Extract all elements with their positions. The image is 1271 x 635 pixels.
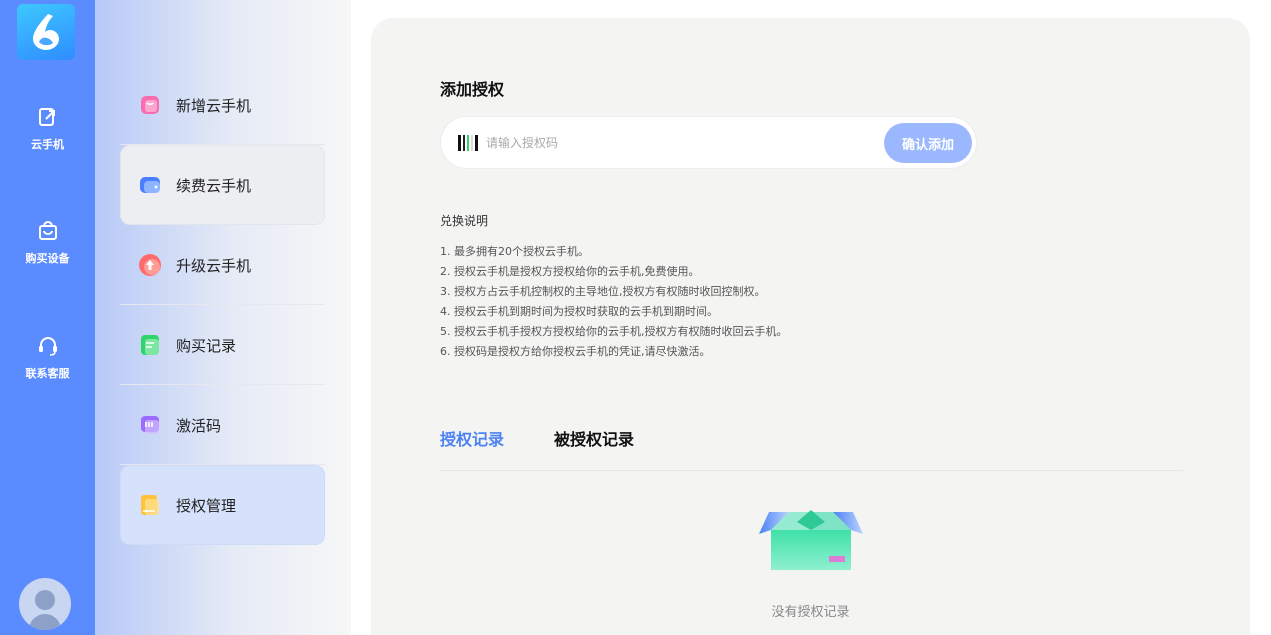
code-icon — [141, 416, 159, 434]
records-tabs: 授权记录 被授权记录 — [440, 426, 1183, 471]
menu-item-renew-phone[interactable]: 续费云手机 — [120, 145, 325, 225]
barcode-icon — [458, 134, 479, 151]
auth-code-input[interactable] — [486, 135, 866, 150]
menu-item-label: 新增云手机 — [176, 96, 252, 115]
avatar[interactable] — [19, 578, 71, 630]
menu-item-purchase-records[interactable]: 购买记录 — [120, 305, 325, 385]
rail-item-label: 购买设备 — [25, 252, 70, 265]
empty-state-text: 没有授权记录 — [771, 605, 850, 620]
menu-item-activation-code[interactable]: 激活码 — [120, 385, 325, 465]
auth-code-box: 确认添加 — [440, 116, 977, 169]
menu-item-label: 升级云手机 — [176, 256, 252, 275]
shopping-bag-icon — [141, 96, 159, 114]
rail-item-cloud-phone[interactable]: 云手机 — [0, 106, 95, 152]
empty-box-icon — [759, 510, 863, 570]
instruction-item: 2. 授权云手机是授权方授权给你的云手机,免费使用。 — [440, 265, 700, 278]
menu-item-label: 续费云手机 — [176, 176, 252, 195]
sub-menu: 新增云手机 续费云手机 升级云手机 购买记录 激活码 授权管理 — [95, 0, 351, 635]
instruction-item: 3. 授权方占云手机控制权的主导地位,授权方有权随时收回控制权。 — [440, 285, 766, 298]
instructions-list: 1. 最多拥有20个授权云手机。 2. 授权云手机是授权方授权给你的云手机,免费… — [440, 242, 788, 362]
confirm-add-button[interactable]: 确认添加 — [884, 123, 972, 163]
menu-item-label: 激活码 — [176, 416, 222, 435]
folder-icon — [141, 495, 159, 515]
shopping-bag-icon — [38, 221, 57, 240]
wallet-icon — [140, 177, 160, 193]
left-rail: 云手机 购买设备 联系客服 — [0, 0, 95, 635]
menu-item-label: 购买记录 — [176, 336, 237, 355]
tab-authorization-records[interactable]: 授权记录 — [440, 426, 504, 450]
rail-item-label: 联系客服 — [25, 367, 70, 380]
tab-authorized-records[interactable]: 被授权记录 — [554, 426, 634, 450]
menu-item-new-phone[interactable]: 新增云手机 — [120, 65, 325, 145]
page-title: 添加授权 — [440, 80, 505, 99]
instruction-item: 5. 授权云手机手授权方授权给你的云手机,授权方有权随时收回云手机。 — [440, 325, 788, 338]
instructions-title: 兑换说明 — [440, 214, 489, 228]
headset-icon — [38, 337, 57, 356]
rail-item-contact-service[interactable]: 联系客服 — [0, 335, 95, 381]
phone-share-icon — [38, 108, 55, 126]
rail-item-buy-device[interactable]: 购买设备 — [0, 220, 95, 266]
drop-logo-icon — [33, 14, 59, 50]
menu-item-upgrade-phone[interactable]: 升级云手机 — [120, 225, 325, 305]
document-icon — [141, 335, 159, 355]
rail-item-label: 云手机 — [31, 138, 64, 151]
app-logo[interactable] — [17, 4, 75, 60]
instruction-item: 4. 授权云手机到期时间为授权时获取的云手机到期时间。 — [440, 305, 718, 318]
menu-item-authorization-management[interactable]: 授权管理 — [120, 465, 325, 545]
menu-item-label: 授权管理 — [176, 496, 237, 515]
user-icon — [29, 590, 61, 630]
instruction-item: 6. 授权码是授权方给你授权云手机的凭证,请尽快激活。 — [440, 345, 711, 358]
upgrade-icon — [139, 254, 161, 276]
instruction-item: 1. 最多拥有20个授权云手机。 — [440, 245, 589, 258]
main-panel: 添加授权 确认添加 兑换说明 1. 最多拥有20个授权云手机。 2. 授权云手机… — [371, 18, 1250, 635]
